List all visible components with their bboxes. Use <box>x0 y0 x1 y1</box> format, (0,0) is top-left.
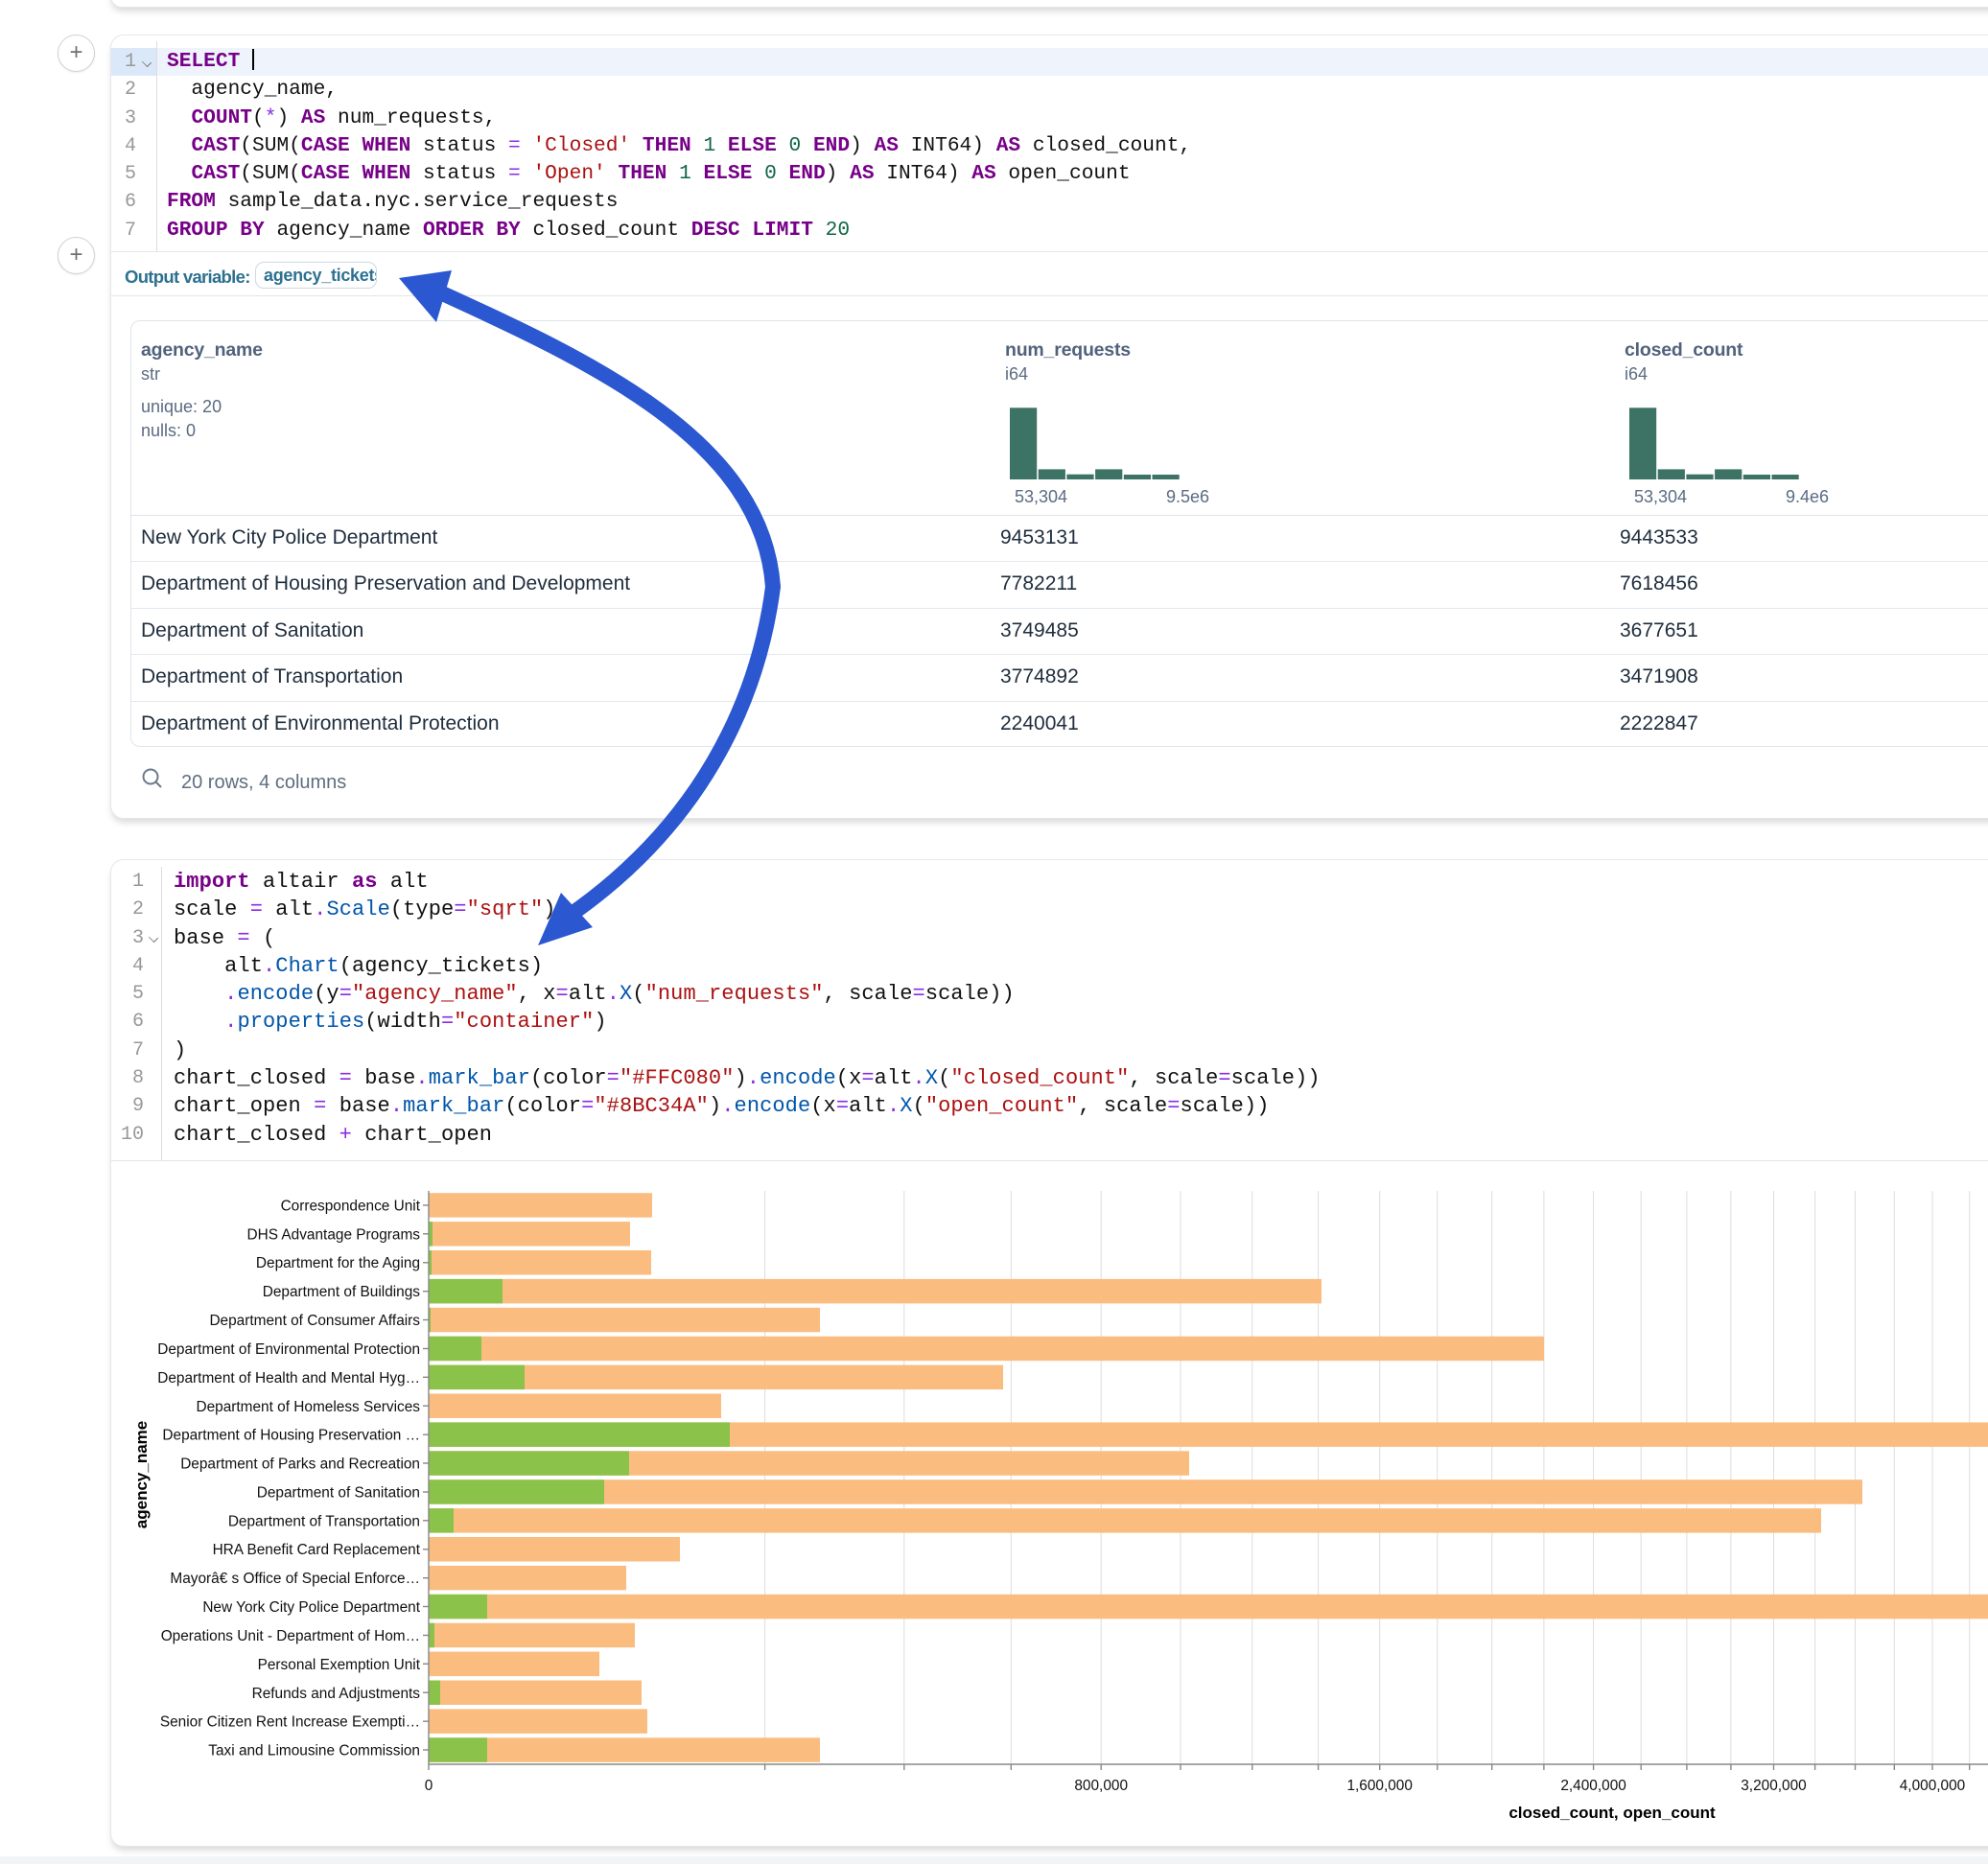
svg-text:Mayorâ€ s Office of Special En: Mayorâ€ s Office of Special Enforce… <box>170 1571 420 1587</box>
svg-text:HRA Benefit Card Replacement: HRA Benefit Card Replacement <box>213 1542 421 1558</box>
svg-text:2,400,000: 2,400,000 <box>1560 1778 1625 1794</box>
svg-text:closed_count, open_count: closed_count, open_count <box>1509 1804 1716 1822</box>
svg-text:800,000: 800,000 <box>1074 1778 1128 1794</box>
svg-text:Department for the Aging: Department for the Aging <box>256 1255 420 1271</box>
svg-text:3,200,000: 3,200,000 <box>1741 1778 1806 1794</box>
svg-text:Taxi and Limousine Commission: Taxi and Limousine Commission <box>208 1743 420 1759</box>
svg-text:New York City Police Departmen: New York City Police Department <box>202 1599 420 1616</box>
svg-text:agency_name: agency_name <box>132 1421 151 1528</box>
svg-text:DHS Advantage Programs: DHS Advantage Programs <box>246 1226 420 1243</box>
svg-text:Department of Health and Menta: Department of Health and Mental Hyg… <box>157 1370 420 1386</box>
svg-text:Senior Citizen Rent Increase E: Senior Citizen Rent Increase Exempti… <box>160 1714 420 1731</box>
svg-text:Operations Unit - Department o: Operations Unit - Department of Hom… <box>161 1628 420 1644</box>
svg-text:Department of Homeless Service: Department of Homeless Services <box>196 1399 420 1415</box>
svg-text:1,600,000: 1,600,000 <box>1346 1778 1412 1794</box>
svg-text:Refunds and Adjustments: Refunds and Adjustments <box>252 1686 421 1702</box>
svg-text:Department of Housing Preserva: Department of Housing Preservation … <box>162 1428 420 1444</box>
svg-text:Department of Transportation: Department of Transportation <box>228 1513 420 1529</box>
svg-text:Department of Sanitation: Department of Sanitation <box>257 1485 420 1502</box>
svg-text:Department of Consumer Affairs: Department of Consumer Affairs <box>209 1313 420 1329</box>
svg-text:4,000,000: 4,000,000 <box>1900 1778 1965 1794</box>
svg-text:Department of Buildings: Department of Buildings <box>263 1284 421 1300</box>
svg-text:Department of Environmental Pr: Department of Environmental Protection <box>157 1341 420 1358</box>
svg-text:Department of Parks and Recrea: Department of Parks and Recreation <box>180 1456 420 1473</box>
svg-text:Personal Exemption Unit: Personal Exemption Unit <box>258 1657 421 1673</box>
svg-text:0: 0 <box>425 1778 433 1794</box>
svg-text:Correspondence Unit: Correspondence Unit <box>281 1199 421 1215</box>
